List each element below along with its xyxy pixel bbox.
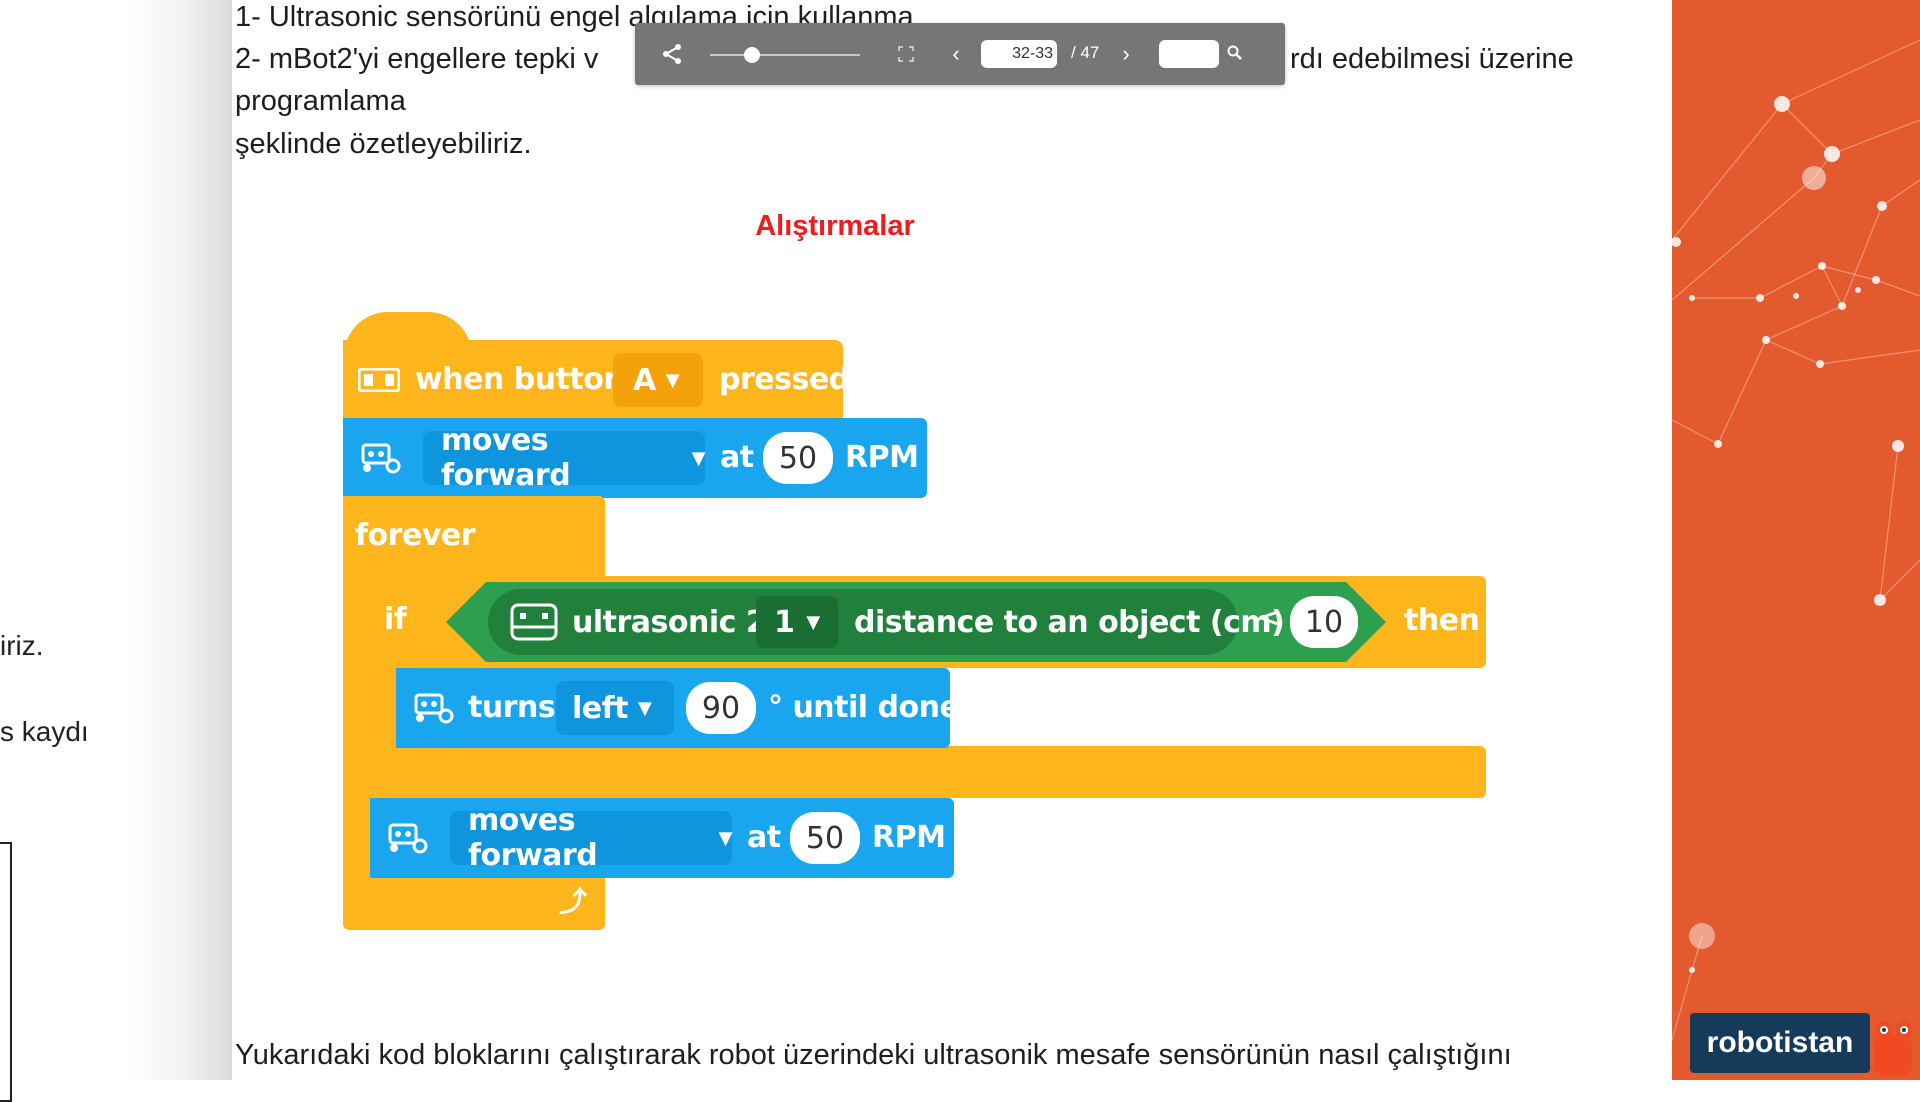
body-paragraph: Yukarıdaki kod bloklarını çalıştırarak r… [235,1039,1512,1071]
exercises-heading: Alıştırmalar [755,210,915,242]
turns-label: turns [468,690,556,725]
sensor-label: ultrasonic 2 [572,605,767,640]
chevron-down-icon: ▼ [691,447,706,469]
forever-label: forever [355,518,476,553]
page-number-input[interactable] [981,40,1057,68]
hat-suffix: pressed [719,362,850,397]
forever-block: forever [343,496,605,576]
search-icon[interactable] [1225,43,1245,63]
total-pages: / 47 [1071,43,1100,62]
search-input[interactable] [1159,40,1219,68]
ultrasonic-sensor-block: ultrasonic 2 1 ▼ distance to an object (… [488,589,1285,655]
fullscreen-icon[interactable] [897,45,915,63]
chevron-left-icon[interactable]: ‹ [945,41,967,67]
if-label: if [384,602,407,637]
when-button-pressed-block: when button A ▼ pressed [343,340,850,420]
if-then-block: if ultrasonic 2 1 ▼ distance to an objec… [370,576,1486,668]
forever-arm [343,576,371,868]
rpm-input[interactable]: 50 [763,432,833,484]
robot-car-icon [388,823,428,854]
robot-car-icon [414,693,454,724]
share-icon[interactable] [659,41,685,67]
network-pattern-graphic [1672,39,1920,1041]
distance-threshold-input[interactable]: 10 [1290,596,1358,648]
at-label: at [720,440,754,475]
turn-angle-input[interactable]: 90 [686,682,756,734]
at-label: at [747,820,781,855]
chevron-down-icon: ▼ [638,697,652,719]
decorative-panel [1672,0,1920,1080]
turn-direction-dropdown[interactable]: left ▼ [556,681,674,735]
button-select-dropdown[interactable]: A ▼ [613,353,703,407]
turn-direction-value: left [572,690,629,726]
zoom-slider-thumb[interactable] [744,47,760,63]
ultrasonic-sensor-icon [510,603,558,641]
distance-label: distance to an object (cm) [854,605,1285,640]
move-direction-value: moves forward [468,803,598,873]
until-done-label: ° until done [768,690,960,725]
move-direction-dropdown[interactable]: moves forward ▼ [450,803,733,873]
hat-label: when button [415,362,625,397]
chevron-down-icon: ▼ [806,611,820,633]
chevron-down-icon: ▼ [665,369,680,391]
list-item-2-continued: programlama [235,85,406,117]
sensor-port-value: 1 [774,604,795,640]
chevron-right-icon[interactable]: › [1115,41,1137,67]
left-page-fragment: iriz. [0,630,44,661]
summary-line: şeklinde özetleyebiliriz. [235,128,532,160]
chevron-down-icon: ▼ [718,827,733,849]
viewer-toolbar: ‹ / 47 › [635,23,1285,85]
zoom-slider-track[interactable] [710,54,860,56]
rpm-label: RPM [845,440,919,475]
less-than-operator: < [1258,603,1280,633]
list-item-2-end: rdı edebilmesi üzerine [1290,43,1574,75]
then-label: then [1404,603,1480,638]
previous-page-edge [0,0,232,1080]
robot-car-icon [361,443,401,474]
button-select-value: A [633,362,656,398]
sensor-port-dropdown[interactable]: 1 ▼ [756,596,838,648]
loop-arrow-icon: ⤴ [559,886,588,917]
rpm-label: RPM [872,820,946,855]
move-forward-block: moves forward ▼ at 50 RPM [370,798,954,878]
move-direction-dropdown[interactable]: moves forward ▼ [423,423,706,493]
turn-block: turns left ▼ 90 ° until done [396,668,960,748]
if-footer [370,746,1486,798]
rpm-input[interactable]: 50 [790,812,860,864]
move-direction-value: moves forward [441,423,571,493]
left-page-box [0,842,12,1102]
list-item-2-start: 2- mBot2'yi engellere tepki v [235,43,599,75]
robotistan-logo: robotistan [1690,1013,1870,1073]
move-forward-block: moves forward ▼ at 50 RPM [343,418,927,498]
led-matrix-icon [358,368,400,392]
mascot-icon [1874,1021,1913,1076]
left-page-fragment: s kaydı [0,716,89,747]
